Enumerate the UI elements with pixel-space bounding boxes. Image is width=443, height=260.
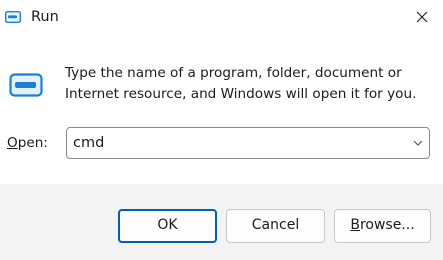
browse-button-label: rowse... xyxy=(359,217,415,233)
description-line-1: Type the name of a program, folder, docu… xyxy=(65,65,402,81)
window-title: Run xyxy=(31,9,59,25)
description-line-2: Internet resource, and Windows will open… xyxy=(65,86,417,102)
cancel-button-label: Cancel xyxy=(251,217,300,233)
browse-button[interactable]: Browse... xyxy=(334,209,431,243)
ok-button[interactable]: OK xyxy=(118,209,217,243)
browse-button-mnemonic: B xyxy=(350,217,360,233)
open-combobox[interactable] xyxy=(66,127,430,159)
run-icon-large xyxy=(9,73,43,97)
dialog-footer: OK Cancel Browse... xyxy=(0,184,443,260)
title-bar[interactable]: Run xyxy=(0,0,443,34)
open-label: Open: xyxy=(7,134,48,152)
cancel-button[interactable]: Cancel xyxy=(226,209,325,243)
ok-button-label: OK xyxy=(157,217,178,233)
open-input[interactable] xyxy=(73,128,393,157)
close-button[interactable] xyxy=(404,4,440,30)
run-dialog: Run Type the name of a program, folder, … xyxy=(0,0,443,260)
open-label-mnemonic: O xyxy=(7,135,18,151)
dialog-content: Type the name of a program, folder, docu… xyxy=(0,34,443,184)
open-label-text: pen: xyxy=(17,135,48,151)
close-icon xyxy=(416,11,428,23)
run-icon xyxy=(5,11,21,23)
description-text: Type the name of a program, folder, docu… xyxy=(65,63,416,105)
chevron-down-icon[interactable] xyxy=(411,136,425,150)
